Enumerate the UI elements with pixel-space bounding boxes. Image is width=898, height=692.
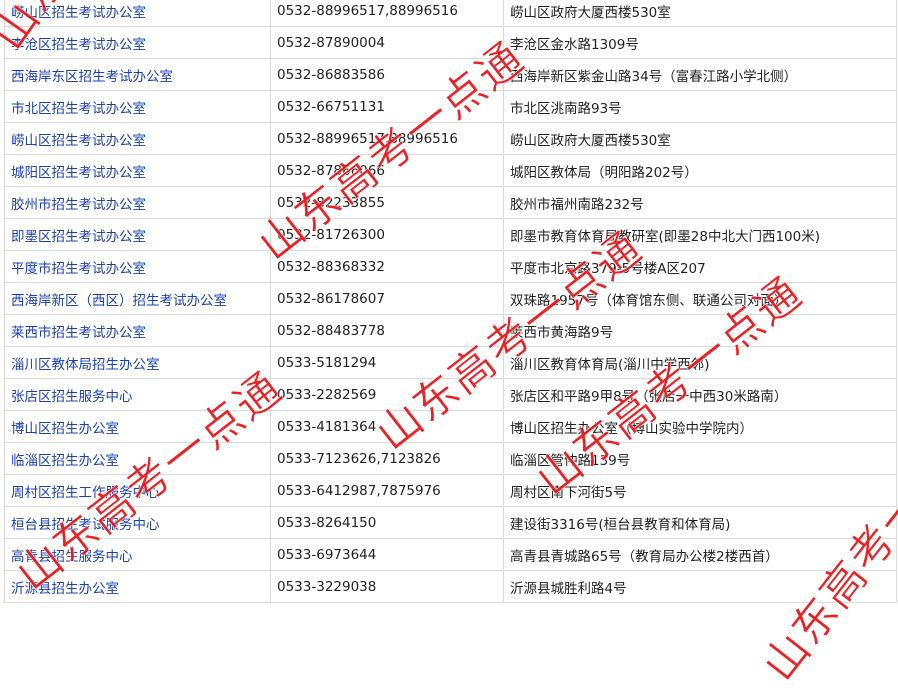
office-address-cell: 周村区南下河街5号	[503, 474, 897, 507]
office-name-cell: 崂山区招生考试办公室	[4, 0, 271, 27]
office-name-link[interactable]: 莱西市招生考试办公室	[11, 325, 146, 341]
table-row: 城阳区招生考试办公室 0532-87866066 城阳区教体局（明阳路202号）	[4, 154, 897, 187]
office-name-cell: 西海岸新区（西区）招生考试办公室	[4, 282, 271, 315]
table-row: 胶州市招生考试办公室 0532-82233855 胶州市福州南路232号	[4, 186, 897, 219]
office-name-link[interactable]: 李沧区招生考试办公室	[11, 37, 146, 53]
office-phone-cell: 0533-2282569	[270, 378, 504, 411]
office-address-cell: 莱西市黄海路9号	[503, 314, 897, 347]
table-row: 西海岸东区招生考试办公室 0532-86883586 西海岸新区紫金山路34号（…	[4, 58, 897, 91]
office-name-cell: 沂源县招生办公室	[4, 570, 271, 603]
table-row: 西海岸新区（西区）招生考试办公室 0532-86178607 双珠路1957号（…	[4, 282, 897, 315]
table-row: 博山区招生办公室 0533-4181364 博山区招生办公室（博山实验中学院内）	[4, 410, 897, 443]
office-address-cell: 博山区招生办公室（博山实验中学院内）	[503, 410, 897, 443]
office-address-cell: 临淄区管仲路139号	[503, 442, 897, 475]
office-phone-cell: 0533-7123626,7123826	[270, 442, 504, 475]
office-address-cell: 西海岸新区紫金山路34号（富春江路小学北侧）	[503, 58, 897, 91]
office-name-cell: 高青县招生服务中心	[4, 538, 271, 571]
table-row: 李沧区招生考试办公室 0532-87890004 李沧区金水路1309号	[4, 26, 897, 59]
office-phone-cell: 0533-5181294	[270, 346, 504, 379]
office-name-cell: 西海岸东区招生考试办公室	[4, 58, 271, 91]
office-name-link[interactable]: 崂山区招生考试办公室	[11, 133, 146, 149]
table-row: 崂山区招生考试办公室 0532-88996517,88996516 崂山区政府大…	[4, 122, 897, 155]
table-row: 沂源县招生办公室 0533-3229038 沂源县城胜利路4号	[4, 570, 897, 603]
office-name-cell: 李沧区招生考试办公室	[4, 26, 271, 59]
office-phone-cell: 0532-87890004	[270, 26, 504, 59]
office-name-cell: 胶州市招生考试办公室	[4, 186, 271, 219]
office-name-link[interactable]: 博山区招生办公室	[11, 421, 119, 437]
office-address-cell: 高青县青城路65号（教育局办公楼2楼西首）	[503, 538, 897, 571]
table-row: 即墨区招生考试办公室 0532-81726300 即墨市教育体育局教研室(即墨2…	[4, 218, 897, 251]
table-row: 崂山区招生考试办公室 0532-88996517,88996516 崂山区政府大…	[4, 0, 897, 27]
office-name-cell: 桓台县招生考试服务中心	[4, 506, 271, 539]
office-phone-cell: 0533-8264150	[270, 506, 504, 539]
office-name-link[interactable]: 即墨区招生考试办公室	[11, 229, 146, 245]
office-phone-cell: 0532-88483778	[270, 314, 504, 347]
office-name-cell: 淄川区教体局招生办公室	[4, 346, 271, 379]
table-row: 桓台县招生考试服务中心 0533-8264150 建设街3316号(桓台县教育和…	[4, 506, 897, 539]
office-name-cell: 临淄区招生办公室	[4, 442, 271, 475]
exam-office-table: 崂山区招生考试办公室 0532-88996517,88996516 崂山区政府大…	[4, 0, 897, 603]
office-name-link[interactable]: 胶州市招生考试办公室	[11, 197, 146, 213]
office-name-link[interactable]: 临淄区招生办公室	[11, 453, 119, 469]
office-phone-cell: 0533-3229038	[270, 570, 504, 603]
office-name-link[interactable]: 城阳区招生考试办公室	[11, 165, 146, 181]
office-address-cell: 张店区和平路9甲8号（张店一中西30米路南）	[503, 378, 897, 411]
office-address-cell: 胶州市福州南路232号	[503, 186, 897, 219]
office-name-cell: 市北区招生考试办公室	[4, 90, 271, 123]
table-row: 临淄区招生办公室 0533-7123626,7123826 临淄区管仲路139号	[4, 442, 897, 475]
office-address-cell: 双珠路1957号（体育馆东侧、联通公司对面）	[503, 282, 897, 315]
office-address-cell: 崂山区政府大厦西楼530室	[503, 122, 897, 155]
office-name-link[interactable]: 桓台县招生考试服务中心	[11, 517, 160, 533]
office-name-cell: 周村区招生工作服务中心	[4, 474, 271, 507]
table-row: 莱西市招生考试办公室 0532-88483778 莱西市黄海路9号	[4, 314, 897, 347]
office-phone-cell: 0532-86178607	[270, 282, 504, 315]
office-name-cell: 张店区招生服务中心	[4, 378, 271, 411]
office-phone-cell: 0532-66751131	[270, 90, 504, 123]
office-address-cell: 淄川区教育体育局(淄川中学西邻)	[503, 346, 897, 379]
office-name-cell: 崂山区招生考试办公室	[4, 122, 271, 155]
office-phone-cell: 0532-88996517,88996516	[270, 0, 504, 27]
office-name-cell: 城阳区招生考试办公室	[4, 154, 271, 187]
office-address-cell: 城阳区教体局（明阳路202号）	[503, 154, 897, 187]
office-address-cell: 崂山区政府大厦西楼530室	[503, 0, 897, 27]
table-row: 周村区招生工作服务中心 0533-6412987,7875976 周村区南下河街…	[4, 474, 897, 507]
office-phone-cell: 0533-4181364	[270, 410, 504, 443]
office-name-link[interactable]: 平度市招生考试办公室	[11, 261, 146, 277]
office-phone-cell: 0532-81726300	[270, 218, 504, 251]
office-name-link[interactable]: 高青县招生服务中心	[11, 549, 133, 565]
table-row: 平度市招生考试办公室 0532-88368332 平度市北京路379-5号楼A区…	[4, 250, 897, 283]
office-name-cell: 平度市招生考试办公室	[4, 250, 271, 283]
office-phone-cell: 0533-6412987,7875976	[270, 474, 504, 507]
office-name-cell: 莱西市招生考试办公室	[4, 314, 271, 347]
office-address-cell: 市北区洮南路93号	[503, 90, 897, 123]
office-phone-cell: 0532-86883586	[270, 58, 504, 91]
table-row: 淄川区教体局招生办公室 0533-5181294 淄川区教育体育局(淄川中学西邻…	[4, 346, 897, 379]
office-name-cell: 即墨区招生考试办公室	[4, 218, 271, 251]
table-row: 高青县招生服务中心 0533-6973644 高青县青城路65号（教育局办公楼2…	[4, 538, 897, 571]
office-phone-cell: 0532-87866066	[270, 154, 504, 187]
office-address-cell: 李沧区金水路1309号	[503, 26, 897, 59]
office-phone-cell: 0532-82233855	[270, 186, 504, 219]
office-name-link[interactable]: 沂源县招生办公室	[11, 581, 119, 597]
office-name-link[interactable]: 市北区招生考试办公室	[11, 101, 146, 117]
office-address-cell: 即墨市教育体育局教研室(即墨28中北大门西100米)	[503, 218, 897, 251]
office-name-link[interactable]: 淄川区教体局招生办公室	[11, 357, 160, 373]
table-row: 张店区招生服务中心 0533-2282569 张店区和平路9甲8号（张店一中西3…	[4, 378, 897, 411]
office-table-body: 崂山区招生考试办公室 0532-88996517,88996516 崂山区政府大…	[4, 0, 897, 603]
office-name-cell: 博山区招生办公室	[4, 410, 271, 443]
office-phone-cell: 0533-6973644	[270, 538, 504, 571]
office-name-link[interactable]: 崂山区招生考试办公室	[11, 5, 146, 21]
office-name-link[interactable]: 张店区招生服务中心	[11, 389, 133, 405]
office-address-cell: 平度市北京路379-5号楼A区207	[503, 250, 897, 283]
office-phone-cell: 0532-88996517,88996516	[270, 122, 504, 155]
office-address-cell: 建设街3316号(桓台县教育和体育局)	[503, 506, 897, 539]
office-name-link[interactable]: 西海岸东区招生考试办公室	[11, 69, 173, 85]
office-phone-cell: 0532-88368332	[270, 250, 504, 283]
table-row: 市北区招生考试办公室 0532-66751131 市北区洮南路93号	[4, 90, 897, 123]
office-table-container: 崂山区招生考试办公室 0532-88996517,88996516 崂山区政府大…	[0, 0, 898, 603]
office-address-cell: 沂源县城胜利路4号	[503, 570, 897, 603]
office-name-link[interactable]: 西海岸新区（西区）招生考试办公室	[11, 293, 227, 309]
office-name-link[interactable]: 周村区招生工作服务中心	[11, 485, 160, 501]
